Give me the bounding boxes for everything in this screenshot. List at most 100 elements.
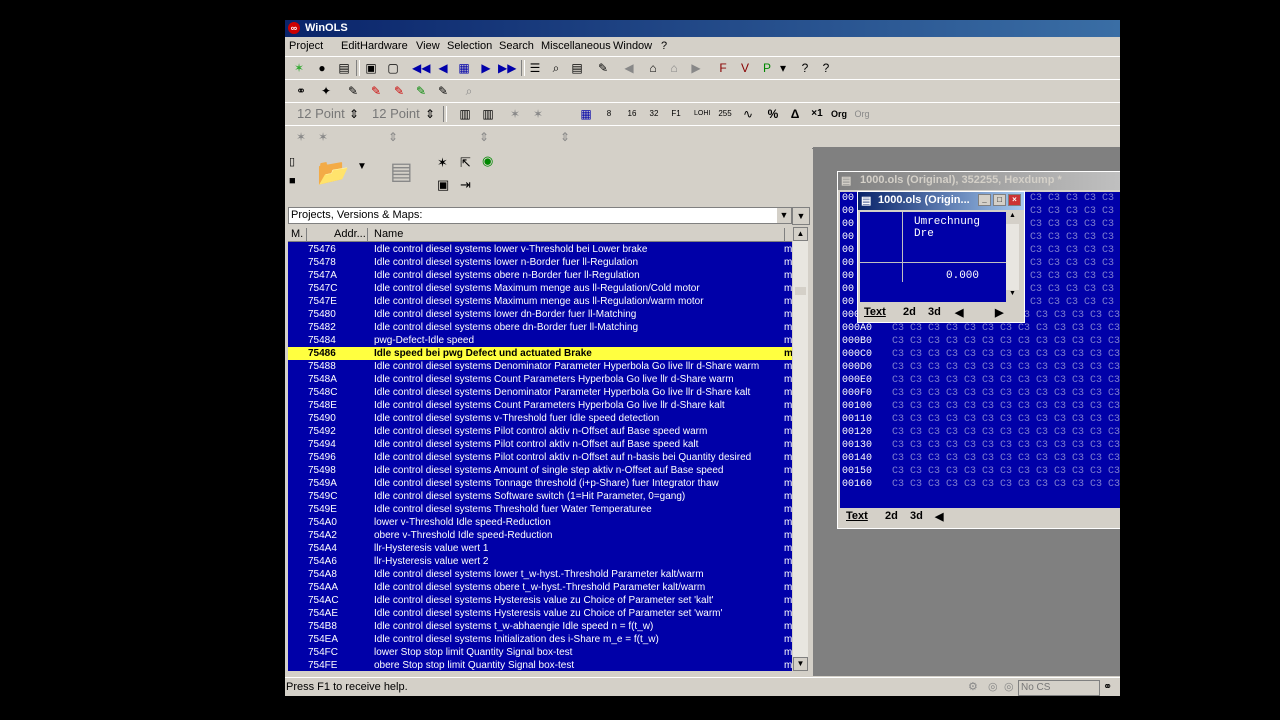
map-title-bar[interactable]: ▤ 1000.ols (Origin... _ □ × (858, 192, 1024, 210)
table-row[interactable]: 7549C Idle control diesel systems Softwar… (288, 490, 792, 503)
tab-scroll-left-icon[interactable]: ◀ (955, 306, 963, 319)
hex-row[interactable]: 00 C3 C3 C3 C3 C3 C3 (842, 245, 1114, 256)
menu-search[interactable]: Search (499, 40, 534, 52)
calc-icon[interactable]: ▤ (569, 60, 585, 76)
minimize-icon[interactable]: _ (978, 194, 991, 206)
percent-button[interactable]: % (765, 106, 781, 122)
tab-scroll-right-icon[interactable]: ▶ (995, 306, 1003, 319)
globe-icon[interactable]: ◉ (482, 153, 493, 169)
new-icon[interactable]: ▯ (289, 155, 295, 168)
tool5-icon[interactable]: ✶ (293, 129, 309, 145)
table-row[interactable]: 754A8 Idle control diesel systems lower t… (288, 568, 792, 581)
spin4-icon[interactable]: ⇕ (476, 129, 492, 145)
menu-project[interactable]: Project (289, 40, 323, 52)
table-row[interactable]: 754A0 lower v-Threshold Idle speed-Reduct… (288, 516, 792, 529)
lock-icon[interactable]: ● (314, 60, 330, 76)
table-row[interactable]: 75490 Idle control diesel systems v-Thres… (288, 412, 792, 425)
maximize-icon[interactable]: □ (993, 194, 1006, 206)
back-icon[interactable]: ◀ (621, 60, 637, 76)
tab-2d[interactable]: 2d (885, 510, 898, 522)
tab-3d[interactable]: 3d (928, 306, 941, 318)
p-icon[interactable]: P (759, 60, 775, 76)
font-size-select[interactable]: 12 Point (297, 106, 345, 121)
table-row[interactable]: 75486 Idle speed bei pwg Defect und actua… (288, 347, 792, 360)
maps-list[interactable]: 75476 Idle control diesel systems lower v… (288, 242, 792, 671)
app-icon[interactable]: ∞ (288, 22, 300, 34)
tool6-icon[interactable]: ✶ (315, 129, 331, 145)
wand-icon[interactable]: ✦ (318, 83, 334, 99)
list-scrollbar[interactable]: ▲ ▼ (793, 227, 808, 671)
pen-ok-icon[interactable]: ✎ (413, 83, 429, 99)
table-row[interactable]: 75494 Idle control diesel systems Pilot c… (288, 438, 792, 451)
window-icon[interactable]: ▣ (363, 60, 379, 76)
tab-3d[interactable]: 3d (910, 510, 923, 522)
table-row[interactable]: 754A2 obere v-Threshold Idle speed-Reduct… (288, 529, 792, 542)
spin3-icon[interactable]: ⇕ (385, 129, 401, 145)
table-row[interactable]: 7548C Idle control diesel systems Denomin… (288, 386, 792, 399)
menu-help[interactable]: ? (661, 40, 667, 52)
save-icon[interactable]: ■ (289, 175, 296, 187)
hex-row[interactable]: 00100 C3 C3 C3 C3 C3 C3 C3 C3 C3 C3 C3 C3… (842, 401, 1120, 412)
open-dropdown-icon[interactable]: ▼ (357, 161, 367, 172)
table-row[interactable]: 75484 pwg-Defect-Idle speed m (288, 334, 792, 347)
table-row[interactable]: 754AA Idle control diesel systems obere t… (288, 581, 792, 594)
pen-x2-icon[interactable]: ✎ (391, 83, 407, 99)
table-row[interactable]: 7548A Idle control diesel systems Count P… (288, 373, 792, 386)
tool3-icon[interactable]: ✶ (507, 106, 523, 122)
table-row[interactable]: 7547E Idle control diesel systems Maximum… (288, 295, 792, 308)
tool10-icon[interactable]: ⇥ (460, 177, 471, 193)
table-row[interactable]: 754FE obere Stop stop limit Quantity Sign… (288, 659, 792, 671)
table-row[interactable]: 75496 Idle control diesel systems Pilot c… (288, 451, 792, 464)
spin-icon[interactable]: ⇕ (346, 106, 362, 122)
hex-row[interactable]: 00 C3 C3 C3 C3 C3 C3 (842, 206, 1114, 217)
f1-button[interactable]: F1 (668, 106, 684, 122)
col-header-addr[interactable]: Addr... (310, 228, 368, 241)
table-row[interactable]: 75476 Idle control diesel systems lower v… (288, 243, 792, 256)
pen-icon[interactable]: ✎ (345, 83, 361, 99)
title-bar[interactable]: ∞ WinOLS (285, 20, 1120, 37)
dropdown-icon[interactable]: ▾ (775, 60, 791, 76)
v-icon[interactable]: V (737, 60, 753, 76)
menu-hardware[interactable]: Hardware (360, 40, 408, 52)
close-icon[interactable]: × (1008, 194, 1021, 206)
hex-row[interactable]: 000F0 C3 C3 C3 C3 C3 C3 C3 C3 C3 C3 C3 C3… (842, 388, 1120, 399)
table-row[interactable]: 75482 Idle control diesel systems obere d… (288, 321, 792, 334)
hex-row[interactable]: 00 C3 C3 C3 C3 C3 C3 (842, 232, 1114, 243)
tool-icon[interactable]: ✶ (291, 60, 307, 76)
col-header-m[interactable]: M. (291, 228, 307, 241)
map-graph[interactable]: Umrechnung Dre 0.000 (860, 212, 1006, 302)
next-icon[interactable]: ▶ (478, 60, 494, 76)
search2-icon[interactable]: ⌕ (461, 83, 477, 99)
print-icon[interactable]: ▤ (336, 60, 352, 76)
folder-gray-icon[interactable]: ▤ (390, 157, 413, 186)
find-icon[interactable]: ⌕ (548, 60, 564, 76)
scroll-up-icon[interactable]: ▲ (1006, 212, 1019, 224)
menu-miscellaneous[interactable]: Miscellaneous (541, 40, 611, 52)
table-row[interactable]: 75498 Idle control diesel systems Amount … (288, 464, 792, 477)
hex-row[interactable]: 00 C3 C3 C3 C3 C3 C3 (842, 297, 1114, 308)
table-row[interactable]: 754A6 llr-Hysteresis value wert 2 m (288, 555, 792, 568)
open-folder-icon[interactable]: 📂 (317, 157, 349, 188)
table-row[interactable]: 75478 Idle control diesel systems lower n… (288, 256, 792, 269)
tool4-icon[interactable]: ✶ (530, 106, 546, 122)
f-icon[interactable]: F (715, 60, 731, 76)
map-scrollbar[interactable]: ▲ ▼ (1006, 212, 1019, 302)
combo-dropdown-button[interactable]: ▼ (792, 207, 810, 225)
chevron-down-icon[interactable]: ▼ (777, 208, 791, 223)
bits-8-button[interactable]: 8 (601, 106, 617, 122)
org2-button[interactable]: Org (854, 106, 870, 122)
table-row[interactable]: 75492 Idle control diesel systems Pilot c… (288, 425, 792, 438)
delta-button[interactable]: Δ (787, 106, 803, 122)
val-255-button[interactable]: 255 (717, 106, 733, 122)
table-row[interactable]: 754A4 llr-Hysteresis value wert 1 m (288, 542, 792, 555)
scroll-down-icon[interactable]: ▼ (1006, 290, 1019, 302)
menu-window[interactable]: Window (613, 40, 652, 52)
table-row[interactable]: 7547A Idle control diesel systems obere n… (288, 269, 792, 282)
menu-selection[interactable]: Selection (447, 40, 492, 52)
chain-icon[interactable]: ⚭ (293, 83, 309, 99)
table-icon[interactable]: ▦ (578, 106, 594, 122)
menu-edit[interactable]: Edit (341, 40, 360, 52)
hex-row[interactable]: 00 C3 C3 C3 C3 C3 C3 (842, 193, 1114, 204)
col-icon[interactable]: ▥ (457, 106, 473, 122)
help-icon[interactable]: ? (797, 60, 813, 76)
